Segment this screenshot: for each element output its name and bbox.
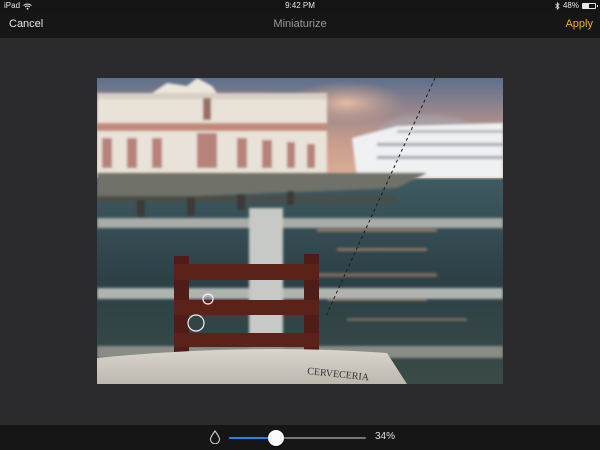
battery-icon <box>582 3 598 9</box>
page-title: Miniaturize <box>273 18 327 30</box>
status-bar: iPad 9:42 PM 48% <box>0 0 600 12</box>
photo-image: CERVECERIA <box>97 78 503 384</box>
status-right: 48% <box>555 0 598 12</box>
drop-icon <box>209 430 221 444</box>
blur-slider[interactable] <box>229 430 366 446</box>
nav-bar: Cancel Miniaturize Apply <box>0 12 600 38</box>
bottom-toolbar: 34% <box>0 425 600 450</box>
apply-button[interactable]: Apply <box>565 18 593 30</box>
blur-value: 34% <box>375 431 396 442</box>
photo-canvas[interactable]: CERVECERIA <box>97 78 503 384</box>
canvas-area: CERVECERIA <box>0 38 600 425</box>
blur-slider-thumb[interactable] <box>267 430 284 446</box>
bluetooth-icon <box>555 2 560 10</box>
status-time: 9:42 PM <box>285 1 315 10</box>
battery-fill <box>583 4 589 8</box>
battery-percent: 48% <box>562 1 579 10</box>
